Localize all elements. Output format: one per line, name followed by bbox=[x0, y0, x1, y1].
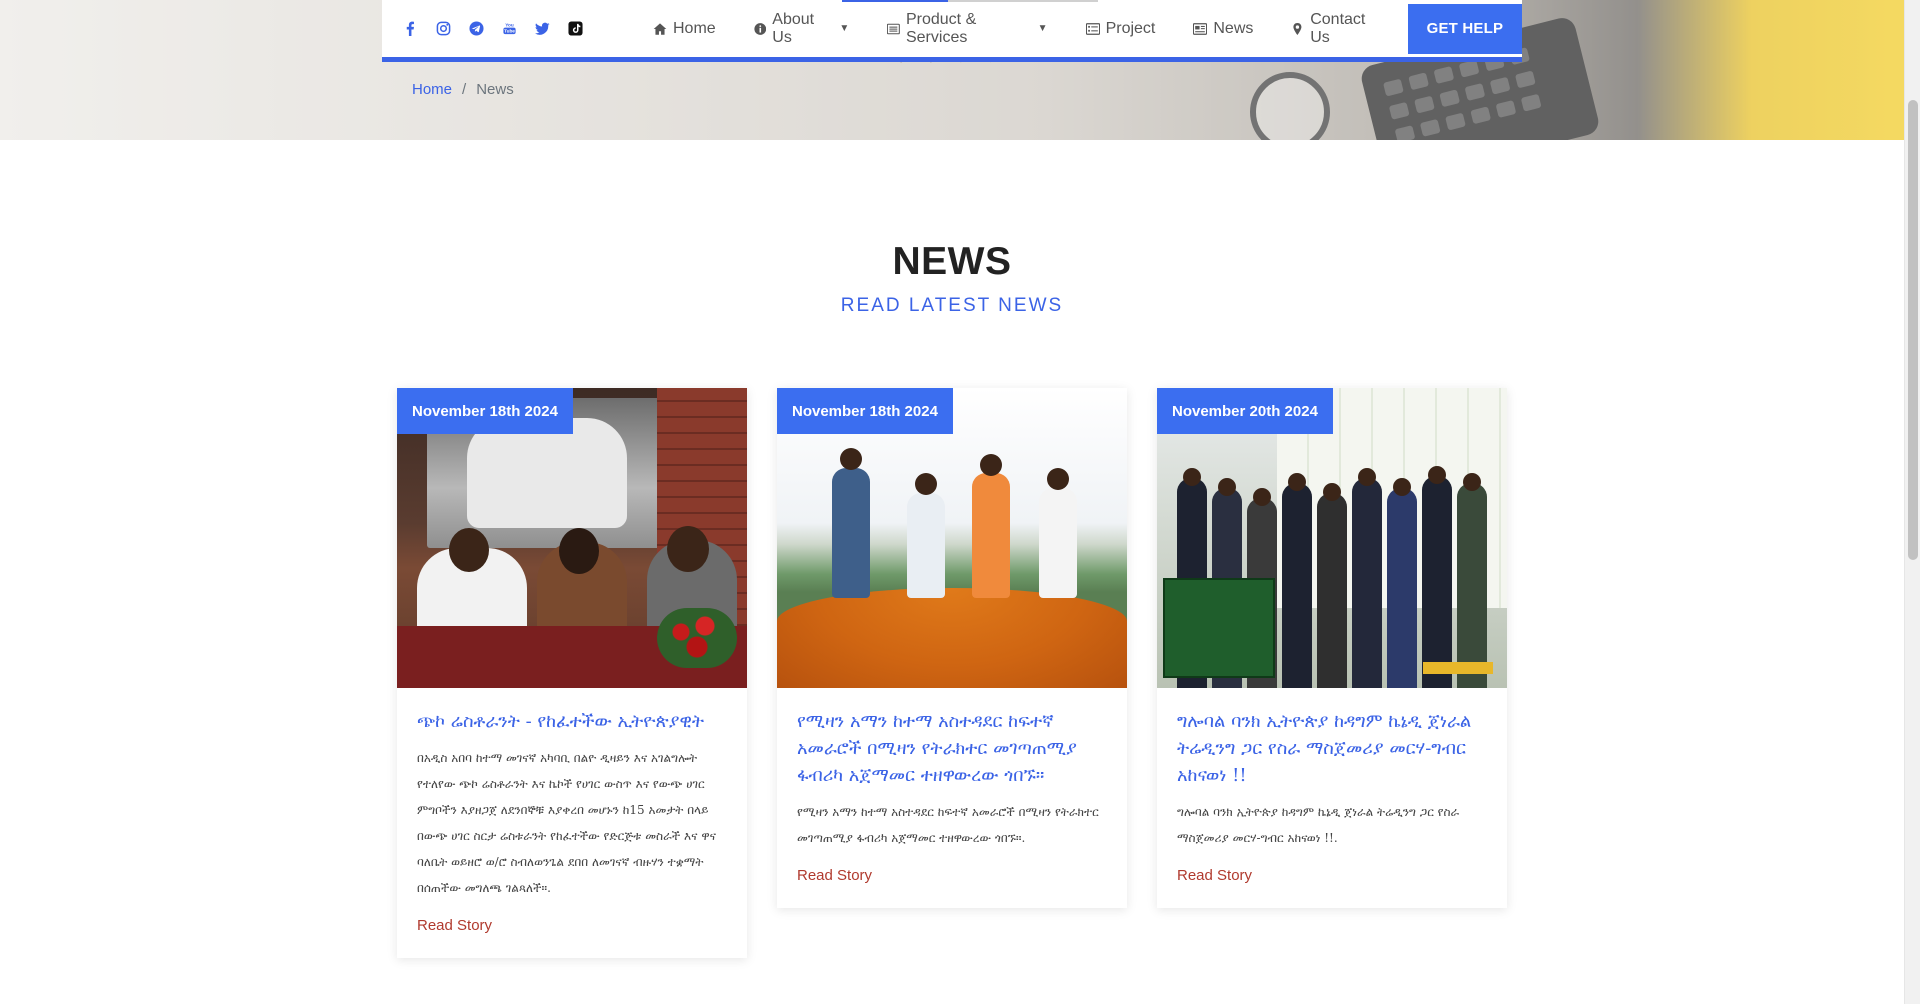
news-excerpt: የሚዛን አማን ከተማ አስተዳደር ከፍተኛ አመራሮች በሚዛን የትራክ… bbox=[797, 805, 1099, 845]
twitter-icon[interactable] bbox=[526, 14, 559, 44]
scrollbar-thumb[interactable] bbox=[1908, 100, 1918, 560]
breadcrumb-current: News bbox=[476, 81, 514, 98]
main-navbar: You Tube Home About Us ▼ Product & Servic… bbox=[382, 0, 1523, 62]
tasks-icon bbox=[1085, 22, 1100, 35]
facebook-icon[interactable] bbox=[394, 14, 427, 44]
list-icon bbox=[887, 23, 900, 34]
news-excerpt: ግሎባል ባንክ ኢትዮጵያ ከዳግም ኬኔዲ ጀነራል ትሬዲንግ ጋር የስ… bbox=[1177, 805, 1460, 845]
info-icon bbox=[754, 22, 766, 35]
news-title-link[interactable]: ጭኮ ሬስቶራንት - የከፈተችው ኢትዮጵያዊት bbox=[417, 708, 727, 735]
breadcrumb-home-link[interactable]: Home bbox=[412, 81, 452, 98]
newspaper-icon bbox=[1193, 22, 1208, 35]
chevron-down-icon: ▼ bbox=[839, 23, 850, 34]
page-scrollbar[interactable] bbox=[1904, 0, 1920, 1004]
news-date-badge: November 18th 2024 bbox=[777, 388, 953, 434]
svg-text:Tube: Tube bbox=[504, 29, 515, 34]
nav-item-news[interactable]: News bbox=[1174, 0, 1272, 60]
main-menu: Home About Us ▼ Product & Services ▼ Pro… bbox=[634, 0, 1523, 60]
chevron-down-icon: ▼ bbox=[1037, 23, 1048, 34]
news-card: November 20th 2024 ግሎባል ባንክ ኢትዮጵያ ከዳግም ኬ… bbox=[1157, 388, 1507, 908]
section-title: NEWS bbox=[892, 240, 1012, 283]
nav-item-about-us[interactable]: About Us ▼ bbox=[735, 0, 869, 60]
read-story-link[interactable]: Read Story bbox=[417, 917, 727, 934]
map-marker-icon bbox=[1293, 22, 1302, 35]
news-card-image[interactable]: November 20th 2024 bbox=[1157, 388, 1507, 688]
nav-item-project[interactable]: Project bbox=[1067, 0, 1175, 60]
breadcrumb-separator: / bbox=[462, 81, 467, 98]
page-progress-indicator bbox=[382, 0, 1522, 2]
news-card-image[interactable]: November 18th 2024 bbox=[397, 388, 747, 688]
nav-item-home[interactable]: Home bbox=[634, 0, 735, 60]
nav-item-label: About Us bbox=[772, 10, 815, 46]
nav-item-label: News bbox=[1213, 19, 1254, 37]
news-card-image[interactable]: November 18th 2024 bbox=[777, 388, 1127, 688]
social-links: You Tube bbox=[394, 14, 592, 44]
section-subtitle: READ LATEST NEWS bbox=[840, 295, 1064, 316]
instagram-icon[interactable] bbox=[427, 14, 460, 44]
news-title-link[interactable]: ግሎባል ባንክ ኢትዮጵያ ከዳግም ኬኔዲ ጀነራል ትሬዲንግ ጋር የስ… bbox=[1177, 708, 1487, 789]
nav-item-product-services[interactable]: Product & Services ▼ bbox=[868, 0, 1066, 60]
nav-item-label: Contact Us bbox=[1310, 10, 1366, 46]
nav-item-label: Product & Services bbox=[905, 10, 977, 46]
tiktok-icon[interactable] bbox=[559, 14, 592, 44]
youtube-icon[interactable]: You Tube bbox=[493, 14, 526, 44]
home-icon bbox=[653, 22, 667, 35]
telegram-icon[interactable] bbox=[460, 14, 493, 44]
nav-item-label: Project bbox=[1105, 19, 1156, 37]
read-story-link[interactable]: Read Story bbox=[797, 867, 1107, 884]
news-title-link[interactable]: የሚዛን አማን ከተማ አስተዳደር ከፍተኛ አመራሮች በሚዛን የትራክ… bbox=[797, 708, 1107, 789]
read-story-link[interactable]: Read Story bbox=[1177, 867, 1487, 884]
news-excerpt: በአዲስ አበባ ከተማ መገናኛ አካባቢ በልዮ ዲዛይን እና አገልግሎ… bbox=[417, 751, 716, 895]
breadcrumb: Home / News bbox=[412, 81, 514, 98]
news-date-badge: November 18th 2024 bbox=[397, 388, 573, 434]
nav-item-contact-us[interactable]: Contact Us bbox=[1272, 0, 1401, 60]
get-help-button[interactable]: GET HELP bbox=[1407, 3, 1523, 54]
nav-item-label: Home bbox=[673, 19, 716, 37]
svg-text:You: You bbox=[505, 23, 514, 28]
news-date-badge: November 20th 2024 bbox=[1157, 388, 1333, 434]
news-card: November 18th 2024 ጭኮ ሬስቶራንት - የከፈተችው ኢት… bbox=[397, 388, 747, 958]
news-card: November 18th 2024 የሚዛን አማን ከተማ አስተዳደር ከ… bbox=[777, 388, 1127, 908]
